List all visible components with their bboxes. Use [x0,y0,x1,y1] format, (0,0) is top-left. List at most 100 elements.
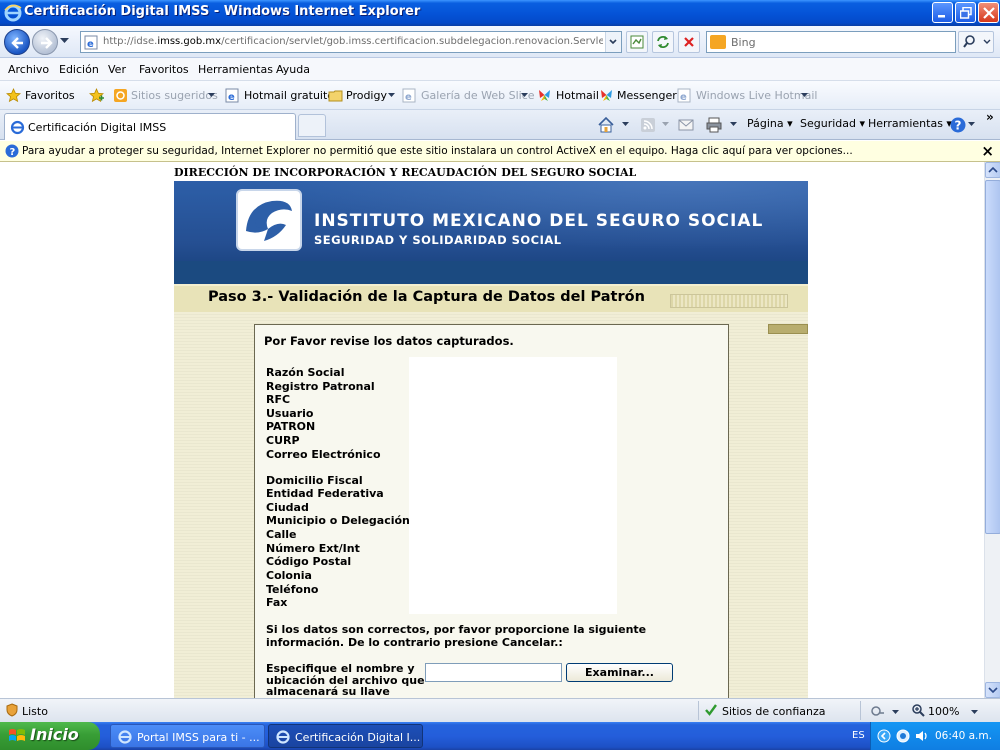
url-dropdown-button[interactable] [605,32,621,52]
page-menu-button[interactable]: Página ▾ [747,117,793,130]
menu-favoritos[interactable]: Favoritos [139,63,189,76]
scroll-down-button[interactable] [985,682,1000,698]
url-field[interactable]: e http://idse.imss.gob.mx/certificacion/… [80,31,622,53]
chevron-down-icon[interactable] [892,710,899,715]
checkmark-icon [705,704,717,716]
forward-button[interactable] [32,29,58,55]
volume-icon[interactable] [914,728,930,744]
security-zone[interactable]: Sitios de confianza [722,705,826,718]
protected-mode-icon[interactable] [870,704,886,718]
add-favorite-icon[interactable] [89,88,104,103]
zoom-icon [912,704,925,717]
tools-menu-label: Herramientas [868,117,943,130]
close-info-bar-button[interactable]: × [981,142,994,160]
svg-text:e: e [405,92,412,103]
fav-windows-live-hotmail[interactable]: Windows Live Hotmail [696,89,817,102]
chevron-down-icon[interactable] [388,93,395,98]
security-info-bar[interactable]: ? Para ayudar a proteger su seguridad, I… [0,141,1000,162]
network-icon[interactable] [895,728,911,744]
home-icon[interactable] [597,116,615,134]
chevron-down-icon[interactable] [968,122,975,127]
search-placeholder: Bing [731,36,756,49]
restore-button[interactable] [955,2,976,23]
chevron-down-icon[interactable] [622,122,629,127]
chevron-down-icon[interactable] [521,93,528,98]
chevron-down-icon[interactable] [971,710,978,715]
minimize-button[interactable] [932,2,953,23]
scroll-up-button[interactable] [985,162,1000,178]
fav-galeria-web-slice[interactable]: Galería de Web Slice [421,89,535,102]
scroll-thumb[interactable] [985,180,1000,534]
page-content: DIRECCIÓN DE INCORPORACIÓN Y RECAUDACIÓN… [0,162,984,698]
imss-banner: INSTITUTO MEXICANO DEL SEGURO SOCIAL SEG… [174,181,808,284]
toolbar-overflow-icon[interactable]: » [986,110,994,124]
arrow-left-icon [11,37,23,49]
rss-feed-icon[interactable] [640,117,656,133]
menu-bar: Archivo Edición Ver Favoritos Herramient… [0,58,1000,81]
history-dropdown-icon[interactable] [60,38,69,44]
page-header: DIRECCIÓN DE INCORPORACIÓN Y RECAUDACIÓN… [174,166,637,179]
browse-button[interactable]: Examinar... [566,663,673,682]
vertical-scrollbar[interactable] [984,162,1000,698]
security-menu-button[interactable]: Seguridad ▾ [800,117,865,130]
mail-icon[interactable] [678,118,694,132]
menu-archivo[interactable]: Archivo [8,63,49,76]
status-separator [698,701,699,720]
minimize-icon [938,15,945,18]
restore-icon [960,7,972,19]
stop-button[interactable] [678,31,700,53]
tray-expand-icon[interactable] [877,729,891,743]
chevron-down-icon[interactable] [208,93,215,98]
menu-ver[interactable]: Ver [108,63,126,76]
language-indicator[interactable]: ES [852,730,865,741]
tab-certificacion[interactable]: Certificación Digital IMSS [4,113,296,140]
field-entidad-federativa: Entidad Federativa [266,487,384,500]
new-tab-button[interactable] [298,114,326,137]
compatibility-icon [630,35,644,49]
taskbar-item-certificacion[interactable]: Certificación Digital I... [268,724,423,748]
close-window-button[interactable] [978,2,999,23]
taskbar-item-portal-imss[interactable]: Portal IMSS para ti - ... [110,724,265,748]
menu-ayuda[interactable]: Ayuda [276,63,310,76]
step-decoration [670,294,788,308]
window-title-bar[interactable]: Certificación Digital IMSS - Windows Int… [0,0,1000,26]
taskbar-clock[interactable]: 06:40 a.m. [935,730,992,742]
chevron-down-icon[interactable] [801,93,808,98]
fav-prodigy[interactable]: Prodigy [346,89,387,102]
page-menu-label: Página [747,117,784,130]
chevron-down-icon[interactable] [662,122,669,127]
search-button[interactable] [958,31,994,53]
key-file-input[interactable] [425,663,562,682]
svg-text:?: ? [955,119,962,133]
field-colonia: Colonia [266,569,312,582]
svg-text:?: ? [10,147,16,158]
field-calle: Calle [266,528,297,541]
status-text: Listo [22,705,48,718]
field-usuario: Usuario [266,407,314,420]
tools-menu-button[interactable]: Herramientas ▾ [868,117,952,130]
back-button[interactable] [4,29,30,55]
fav-messenger[interactable]: Messenger [617,89,677,102]
field-domicilio-fiscal: Domicilio Fiscal [266,474,363,487]
search-input[interactable]: Bing [706,31,956,53]
zoom-level[interactable]: 100% [928,705,959,718]
refresh-button[interactable] [652,31,674,53]
favorites-button[interactable]: Favoritos [25,89,75,102]
fav-hotmail-gratuito[interactable]: Hotmail gratuito [244,89,334,102]
arrow-right-icon [41,37,53,49]
field-codigo-postal: Código Postal [266,555,352,568]
field-fax: Fax [266,596,288,609]
fav-sitios-sugeridos[interactable]: Sitios sugeridos [131,89,218,102]
compatibility-view-button[interactable] [626,31,648,53]
windows-flag-icon [9,729,25,741]
print-icon[interactable] [705,116,723,134]
fav-hotmail[interactable]: Hotmail [556,89,599,102]
start-button[interactable]: Inicio [0,722,100,750]
help-icon[interactable]: ? [949,116,967,134]
field-correo: Correo Electrónico [266,448,381,461]
menu-herramientas[interactable]: Herramientas [198,63,273,76]
chevron-down-icon[interactable] [730,122,737,127]
msn-butterfly-icon [539,90,550,101]
svg-text:e: e [228,92,235,103]
menu-edicion[interactable]: Edición [59,63,99,76]
